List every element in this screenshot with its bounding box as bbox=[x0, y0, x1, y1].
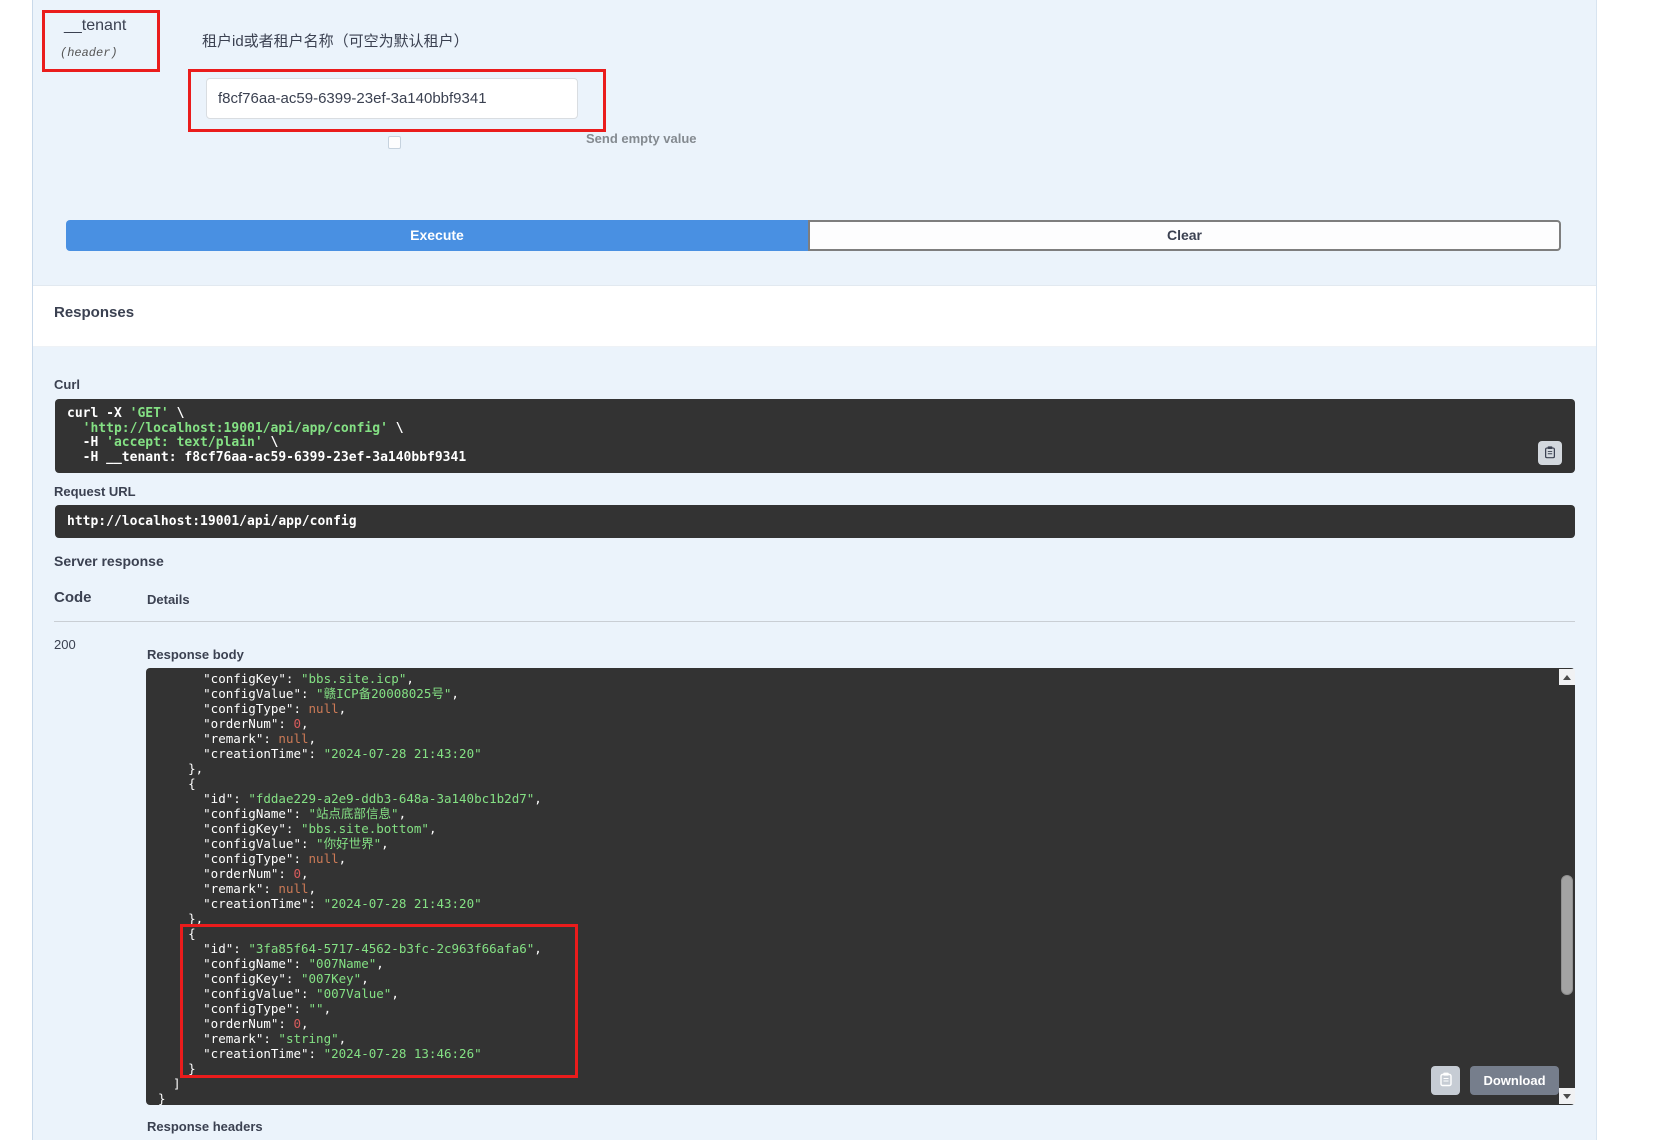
send-empty-value-checkbox[interactable] bbox=[388, 136, 401, 149]
request-url-block: http://localhost:19001/api/app/config bbox=[55, 505, 1575, 538]
clipboard-icon bbox=[1543, 445, 1557, 462]
responses-section-title: Responses bbox=[54, 304, 134, 321]
request-url-value: http://localhost:19001/api/app/config bbox=[55, 505, 1575, 538]
server-response-label: Server response bbox=[54, 553, 164, 569]
curl-label: Curl bbox=[54, 377, 80, 392]
code-column-header: Code bbox=[54, 589, 92, 606]
swagger-operation-screen: __tenant (header) 租户id或者租户名称（可空为默认租户） Se… bbox=[0, 0, 1667, 1140]
arrow-down-icon bbox=[1563, 1094, 1571, 1099]
request-url-label: Request URL bbox=[54, 484, 136, 499]
send-empty-value-label: Send empty value bbox=[586, 131, 697, 146]
scroll-down-button[interactable] bbox=[1559, 1088, 1575, 1104]
copy-curl-button[interactable] bbox=[1538, 441, 1562, 465]
response-body-label: Response body bbox=[147, 647, 244, 662]
curl-command-block: curl -X 'GET' \ 'http://localhost:19001/… bbox=[55, 399, 1575, 473]
arrow-up-icon bbox=[1563, 675, 1571, 680]
scrollbar-thumb[interactable] bbox=[1561, 875, 1573, 995]
download-button[interactable]: Download bbox=[1470, 1066, 1559, 1095]
parameter-description: 租户id或者租户名称（可空为默认租户） bbox=[202, 30, 469, 51]
curl-command-text: curl -X 'GET' \ 'http://localhost:19001/… bbox=[67, 407, 1563, 465]
details-column-header: Details bbox=[147, 592, 190, 607]
annotation-box-json-object bbox=[180, 924, 578, 1078]
status-code: 200 bbox=[54, 637, 76, 652]
annotation-box-parameter-value bbox=[188, 69, 606, 132]
clear-button[interactable]: Clear bbox=[808, 220, 1561, 251]
response-headers-label: Response headers bbox=[147, 1119, 263, 1134]
clipboard-icon bbox=[1438, 1071, 1454, 1090]
annotation-box-parameter-name bbox=[42, 10, 160, 72]
table-divider bbox=[54, 621, 1575, 622]
copy-response-button[interactable] bbox=[1431, 1066, 1460, 1095]
scroll-up-button[interactable] bbox=[1559, 669, 1575, 685]
execute-button[interactable]: Execute bbox=[66, 220, 808, 251]
responses-header-band bbox=[33, 285, 1596, 347]
